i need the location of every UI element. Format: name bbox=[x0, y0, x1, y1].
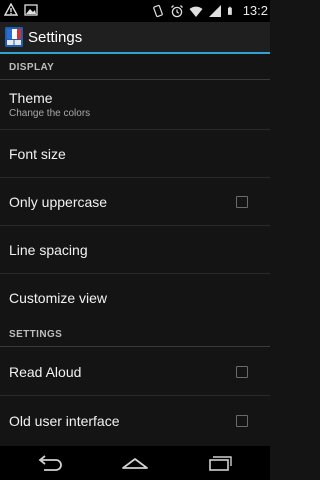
image-icon bbox=[24, 4, 38, 16]
pref-old-user-interface[interactable]: Old user interface bbox=[0, 396, 270, 446]
recent-apps-icon[interactable] bbox=[205, 454, 235, 472]
notification-warning-icon bbox=[4, 3, 18, 16]
back-icon[interactable] bbox=[36, 454, 66, 472]
status-bar: 13:2 bbox=[0, 0, 270, 22]
pref-theme-summary: Change the colors bbox=[9, 108, 91, 119]
pref-only-uppercase[interactable]: Only uppercase bbox=[0, 178, 270, 226]
battery-icon bbox=[227, 6, 232, 15]
pref-theme[interactable]: Theme Change the colors bbox=[0, 80, 270, 130]
pref-theme-label: Theme bbox=[9, 90, 53, 106]
pref-customize-view[interactable]: Customize view bbox=[0, 274, 270, 322]
pref-read-aloud-label: Read Aloud bbox=[9, 364, 82, 380]
alarm-icon bbox=[170, 5, 183, 18]
pref-line-spacing-label: Line spacing bbox=[9, 242, 88, 258]
pref-font-size-label: Font size bbox=[9, 146, 66, 162]
read-aloud-checkbox[interactable] bbox=[236, 366, 248, 378]
wifi-icon bbox=[189, 6, 203, 17]
vibrate-icon bbox=[152, 4, 163, 18]
section-header-display: DISPLAY bbox=[0, 56, 270, 80]
section-header-label: DISPLAY bbox=[9, 62, 55, 73]
app-flag-book-icon[interactable] bbox=[4, 26, 24, 48]
pref-font-size[interactable]: Font size bbox=[0, 130, 270, 178]
only-uppercase-checkbox[interactable] bbox=[236, 196, 248, 208]
pref-line-spacing[interactable]: Line spacing bbox=[0, 226, 270, 274]
section-header-settings: SETTINGS bbox=[0, 323, 270, 347]
pref-customize-view-label: Customize view bbox=[9, 290, 108, 306]
signal-icon bbox=[208, 5, 221, 17]
home-icon[interactable] bbox=[120, 454, 150, 472]
navigation-bar bbox=[0, 446, 270, 480]
pref-only-uppercase-label: Only uppercase bbox=[9, 194, 108, 210]
pref-read-aloud[interactable]: Read Aloud bbox=[0, 347, 270, 396]
pref-old-ui-label: Old user interface bbox=[9, 413, 120, 429]
action-bar: Settings bbox=[0, 22, 270, 54]
section-header-label: SETTINGS bbox=[9, 329, 63, 340]
clock: 13:2 bbox=[242, 3, 268, 18]
old-ui-checkbox[interactable] bbox=[236, 415, 248, 427]
page-title: Settings bbox=[28, 29, 83, 46]
